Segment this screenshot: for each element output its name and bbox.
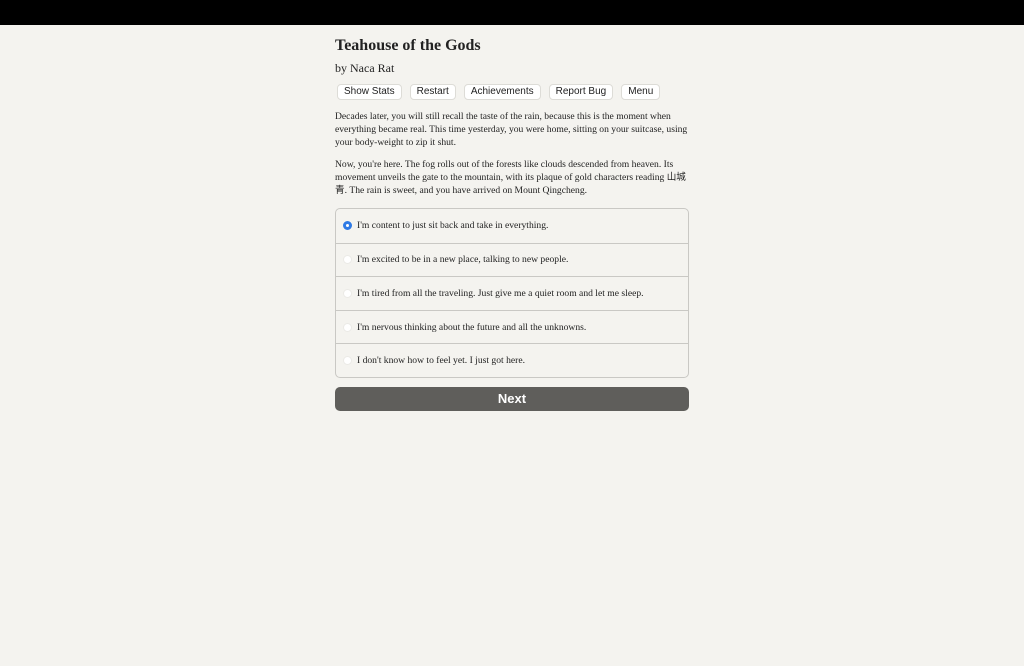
toolbar: Show Stats Restart Achievements Report B… [335,84,689,100]
menu-button[interactable]: Menu [621,84,661,100]
radio-unselected-icon[interactable] [343,288,352,298]
choice-option[interactable]: I'm nervous thinking about the future an… [336,309,688,344]
choice-list: I'm content to just sit back and take in… [335,208,689,378]
choice-option[interactable]: I don't know how to feel yet. I just got… [336,343,688,377]
restart-button[interactable]: Restart [409,84,456,100]
passage-paragraph: Decades later, you will still recall the… [335,111,688,148]
choice-label: I'm excited to be in a new place, talkin… [357,254,569,266]
choice-label: I'm content to just sit back and take in… [357,220,549,232]
next-button[interactable]: Next [335,386,689,411]
passage-paragraph: Now, you're here. The fog rolls out of t… [335,159,686,196]
radio-unselected-icon[interactable] [343,322,352,332]
game-page: Teahouse of the Gods by Naca Rat Show St… [335,25,689,411]
achievements-button[interactable]: Achievements [463,84,541,100]
radio-unselected-icon[interactable] [343,356,352,366]
show-stats-button[interactable]: Show Stats [337,84,402,100]
radio-selected-icon[interactable] [343,221,352,231]
game-author: by Naca Rat [335,61,395,75]
report-bug-button[interactable]: Report Bug [548,84,614,100]
choice-option[interactable]: I'm content to just sit back and take in… [336,209,688,243]
choice-option[interactable]: I'm excited to be in a new place, talkin… [336,242,688,277]
choice-option[interactable]: I'm tired from all the traveling. Just g… [336,276,688,310]
story-passage: Decades later, you will still recall the… [335,110,689,197]
game-title: Teahouse of the Gods [335,37,481,54]
top-bar [0,0,1024,25]
radio-unselected-icon[interactable] [343,255,352,265]
choice-label: I'm tired from all the traveling. Just g… [357,287,644,299]
choice-label: I don't know how to feel yet. I just got… [357,355,525,367]
choice-label: I'm nervous thinking about the future an… [357,321,587,333]
